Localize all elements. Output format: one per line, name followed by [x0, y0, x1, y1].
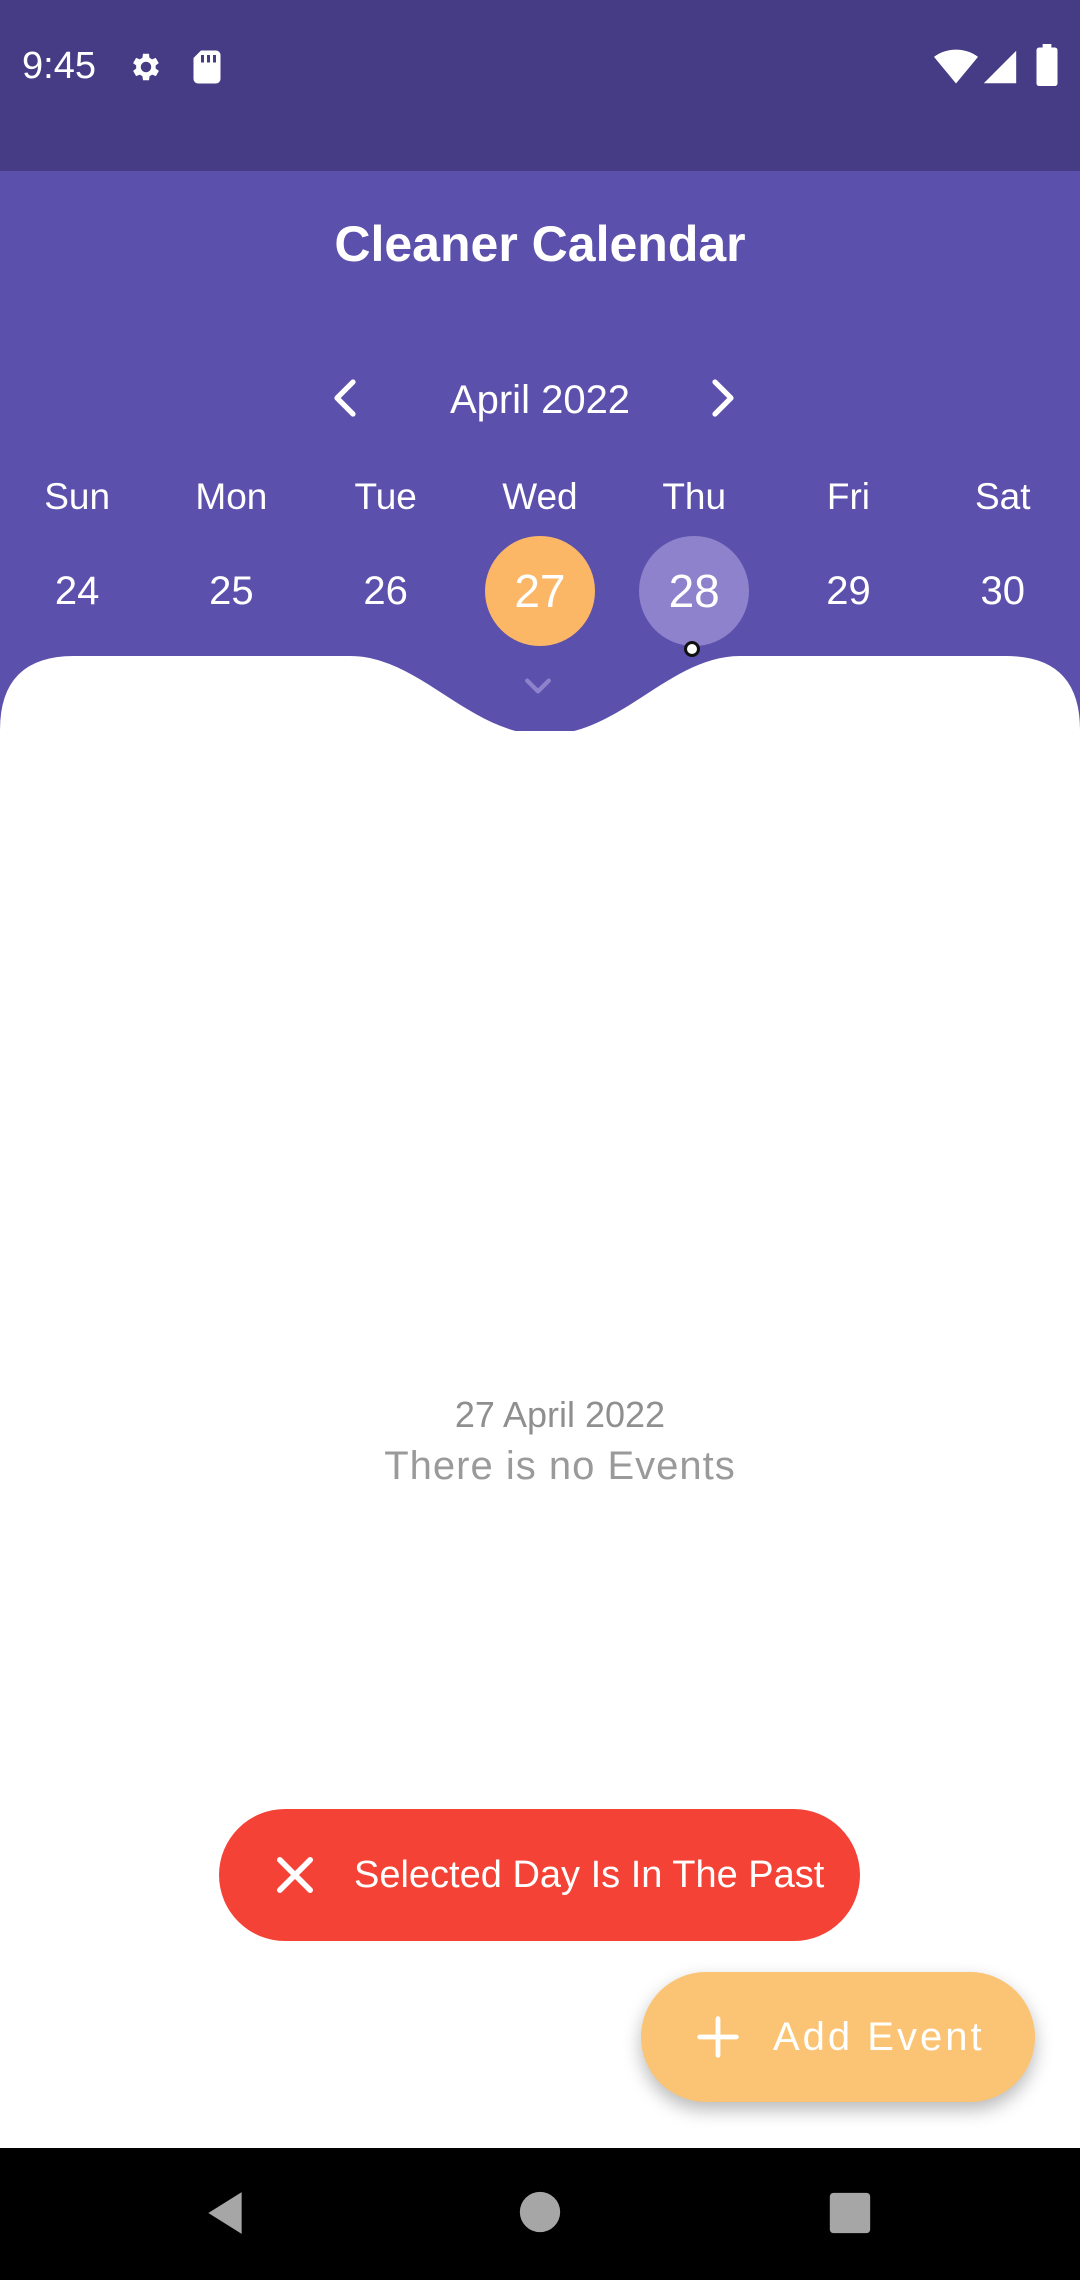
- date-number: 26: [363, 568, 408, 613]
- weekday-label: Sun: [44, 476, 111, 517]
- month-label: April 2022: [449, 378, 631, 422]
- weekday-label: Tue: [354, 476, 417, 517]
- date-cell[interactable]: 26: [309, 535, 463, 647]
- weekday-label: Mon: [195, 476, 268, 517]
- selected-date-number: 27: [484, 536, 595, 646]
- chevron-right-icon: [707, 378, 739, 423]
- weekday-label: Thu: [662, 476, 727, 517]
- wifi-icon: [934, 48, 978, 91]
- add-event-button[interactable]: Add Event: [641, 1972, 1035, 2102]
- date-number: 24: [54, 568, 100, 613]
- sd-card-icon: [190, 49, 224, 90]
- weekday-label: Wed: [502, 476, 578, 517]
- toast-message: Selected Day Is In The Past: [354, 1854, 825, 1896]
- date-cell[interactable]: 25: [154, 535, 308, 647]
- weekday-label: Sat: [974, 476, 1031, 517]
- date-cell[interactable]: 30: [926, 535, 1080, 647]
- next-month-button[interactable]: [693, 370, 753, 430]
- date-cell[interactable]: 29: [771, 535, 925, 647]
- screen: 9:45 Cleaner Calendar April 2022 Sun Mon…: [0, 0, 1080, 2280]
- battery-icon: [1036, 44, 1058, 91]
- today-date-number: 28: [639, 536, 750, 646]
- date-cell[interactable]: 24: [0, 535, 154, 647]
- status-bar: 9:45: [0, 0, 1080, 171]
- close-icon[interactable]: [269, 1849, 321, 1901]
- status-time: 9:45: [22, 45, 96, 87]
- date-number: 25: [209, 568, 254, 613]
- plus-icon: [696, 2015, 740, 2059]
- date-cell-today[interactable]: 28: [617, 535, 771, 657]
- weekday-label: Fri: [826, 476, 871, 517]
- recents-icon[interactable]: [828, 2191, 872, 2240]
- empty-events-message: There is no Events: [384, 1444, 736, 1488]
- selected-date-label: 27 April 2022: [454, 1394, 666, 1435]
- back-icon[interactable]: [200, 2188, 250, 2243]
- weekday-header-row: Sun Mon Tue Wed Thu Fri Sat: [0, 470, 1080, 524]
- date-cell-selected[interactable]: 27: [463, 535, 617, 647]
- date-number: 30: [980, 568, 1025, 613]
- app-title: Cleaner Calendar: [334, 216, 746, 272]
- add-event-label: Add Event: [773, 2015, 985, 2059]
- week-dates-row: 24 25 26 27 28 29 30: [0, 535, 1080, 657]
- settings-gear-icon: [128, 49, 164, 90]
- home-icon[interactable]: [518, 2190, 562, 2239]
- system-navigation-bar: [0, 2148, 1080, 2280]
- cell-signal-icon: [982, 48, 1018, 91]
- month-navigation: April 2022: [0, 370, 1080, 430]
- error-toast: Selected Day Is In The Past: [219, 1809, 860, 1941]
- chevron-down-icon[interactable]: [520, 668, 556, 704]
- date-number: 29: [826, 568, 871, 613]
